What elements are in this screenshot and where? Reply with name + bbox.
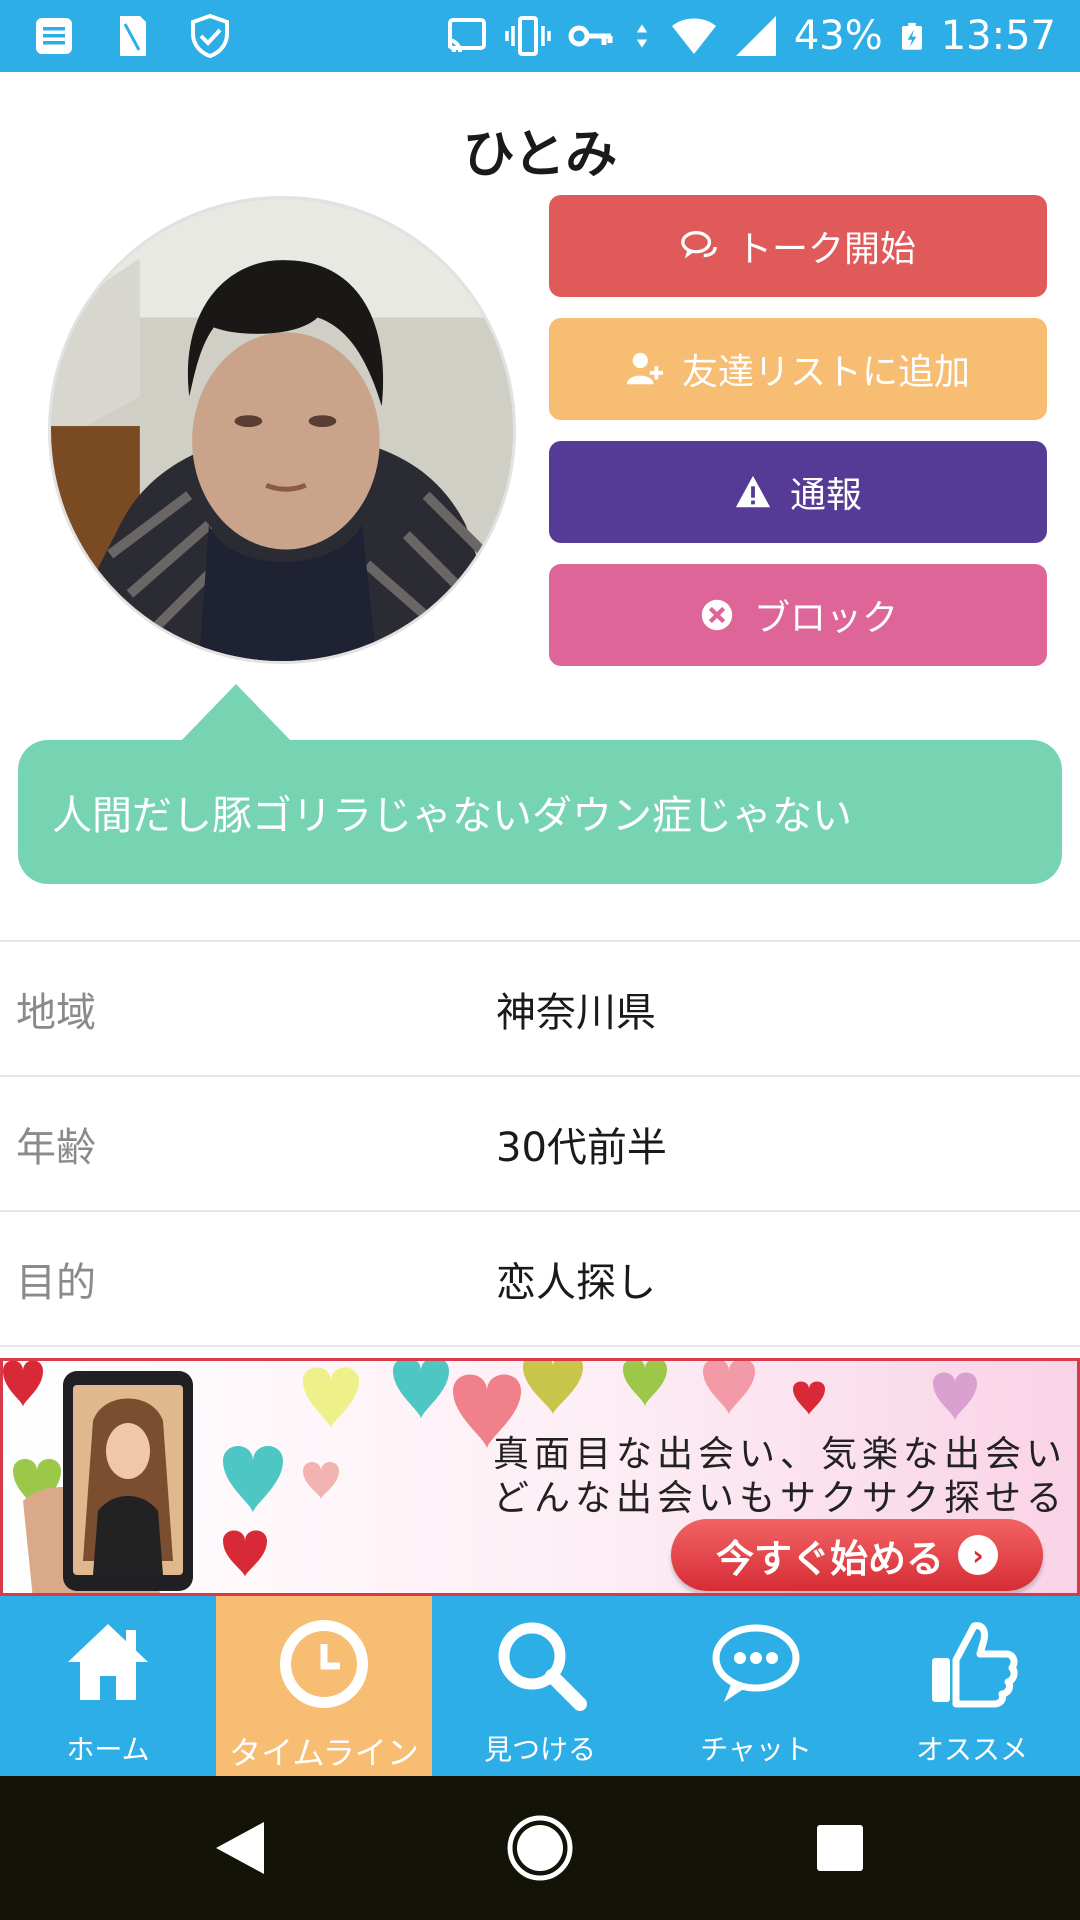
action-buttons: トーク開始 友達リストに追加 通報 ブロック [549, 195, 1047, 687]
tab-home[interactable]: ホーム [0, 1596, 216, 1776]
system-nav-bar [0, 1776, 1080, 1920]
wifi-icon [671, 18, 716, 54]
home-nav-button[interactable] [504, 1812, 576, 1884]
search-icon [498, 1622, 587, 1711]
ad-cta-label: 今すぐ始める [715, 1536, 944, 1581]
profile-info-table: 地域 神奈川県 年齢 30代前半 目的 恋人探し [0, 940, 1080, 1347]
tab-recommend[interactable]: オススメ [864, 1596, 1080, 1776]
add-friend-button[interactable]: 友達リストに追加 [549, 318, 1047, 420]
ad-banner[interactable]: 真面目な出会い、気楽な出会い どんな出会いもサクサク探せる 今すぐ始める › [0, 1358, 1080, 1596]
warning-icon [735, 475, 771, 508]
info-row-purpose: 目的 恋人探し [0, 1212, 1080, 1347]
vibrate-icon [505, 16, 551, 56]
talk-start-label: トーク開始 [735, 229, 916, 270]
back-triangle-icon [216, 1822, 264, 1874]
bottom-tab-bar: ホーム タイムライン 見つける チャット オススメ [0, 1596, 1080, 1776]
back-button[interactable] [204, 1812, 276, 1884]
cast-icon [447, 18, 486, 53]
info-row-age: 年齢 30代前半 [0, 1077, 1080, 1212]
tab-chat[interactable]: チャット [648, 1596, 864, 1776]
talk-start-button[interactable]: トーク開始 [549, 195, 1047, 297]
bio-bubble: 人間だし豚ゴリラじゃないダウン症じゃない [18, 740, 1062, 884]
bubble-tail [180, 684, 292, 742]
tab-timeline[interactable]: タイムライン [216, 1596, 432, 1776]
ad-headline-2: どんな出会いもサクサク探せる [493, 1478, 1068, 1519]
info-value: 神奈川県 [496, 989, 656, 1036]
info-label: 目的 [16, 1259, 96, 1306]
battery-charging-icon [901, 22, 922, 50]
tab-label: チャット [700, 1733, 812, 1766]
avatar [48, 196, 516, 664]
info-value: 30代前半 [496, 1124, 667, 1171]
report-label: 通報 [789, 475, 862, 516]
avatar-photo [51, 199, 513, 661]
add-friend-label: 友達リストに追加 [681, 352, 970, 393]
profile-name: ひとみ [462, 125, 618, 185]
info-value: 恋人探し [496, 1259, 656, 1306]
vpn-key-icon [568, 25, 613, 47]
ad-start-now-button[interactable]: 今すぐ始める › [671, 1519, 1043, 1591]
info-row-region: 地域 神奈川県 [0, 942, 1080, 1077]
clock-icon [280, 1620, 368, 1708]
tab-find[interactable]: 見つける [432, 1596, 648, 1776]
block-button[interactable]: ブロック [549, 564, 1047, 666]
home-circle-icon [507, 1815, 573, 1881]
block-label: ブロック [753, 598, 898, 639]
tab-label: タイムライン [229, 1734, 419, 1772]
home-icon [68, 1624, 148, 1700]
user-plus-icon [626, 352, 664, 385]
profile-screen: 43% 13:57 ひとみ トーク開始 友達リストに追加 通報 ブロック 人間だ… [0, 0, 1080, 1920]
battery-percent: 43% [793, 13, 883, 59]
clock-time: 13:57 [940, 13, 1056, 59]
recents-square-icon [817, 1825, 863, 1871]
data-arrows-icon [636, 24, 648, 48]
arrow-right-icon: › [958, 1535, 998, 1575]
report-button[interactable]: 通報 [549, 441, 1047, 543]
close-circle-icon [701, 599, 733, 631]
info-label: 年齢 [16, 1124, 96, 1171]
tab-label: オススメ [915, 1733, 1028, 1766]
sim-icon [120, 16, 146, 56]
shield-check-icon [191, 13, 229, 59]
status-bar: 43% 13:57 [0, 0, 1080, 72]
thumbs-up-icon [932, 1622, 1018, 1708]
tab-label: ホーム [66, 1733, 150, 1766]
recents-button[interactable] [804, 1812, 876, 1884]
notes-icon [36, 18, 72, 54]
chat-icon [681, 231, 717, 259]
signal-icon [735, 16, 776, 56]
info-label: 地域 [16, 989, 96, 1036]
chat-bubble-icon [712, 1624, 800, 1702]
tab-label: 見つける [483, 1733, 596, 1766]
